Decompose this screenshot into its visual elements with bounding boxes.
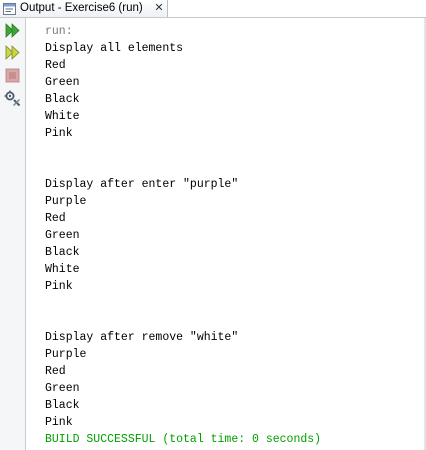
output-line: Red xyxy=(45,365,66,378)
output-line: Pink xyxy=(45,280,73,293)
output-line: Display all elements xyxy=(45,42,184,55)
output-line: Pink xyxy=(45,416,73,429)
stop-button[interactable] xyxy=(3,66,22,85)
close-icon[interactable]: ✕ xyxy=(152,1,166,15)
output-line: Green xyxy=(45,382,80,395)
output-line: Display after remove "white" xyxy=(45,331,239,344)
output-line: Purple xyxy=(45,195,87,208)
output-line: White xyxy=(45,263,80,276)
output-line: Green xyxy=(45,229,80,242)
output-window-icon xyxy=(3,2,16,15)
rerun-icon xyxy=(3,21,22,40)
build-status-line: BUILD SUCCESSFUL (total time: 0 seconds) xyxy=(45,433,322,446)
tab-output-exercise6[interactable]: Output - Exercise6 (run) ✕ xyxy=(0,0,168,17)
output-line: Pink xyxy=(45,127,73,140)
output-line: Red xyxy=(45,59,66,72)
output-line: Green xyxy=(45,76,80,89)
output-text-area[interactable]: run: Display all elements Red Green Black Whi… xyxy=(45,23,423,448)
rerun-button[interactable] xyxy=(3,21,22,40)
stop-icon xyxy=(3,66,22,85)
run-line: run: xyxy=(45,25,73,38)
output-toolbar xyxy=(0,18,26,450)
output-line: Red xyxy=(45,212,66,225)
output-line: Purple xyxy=(45,348,87,361)
settings-button[interactable] xyxy=(3,89,22,108)
tab-strip: Output - Exercise6 (run) ✕ xyxy=(0,0,426,18)
tab-title: Output - Exercise6 (run) xyxy=(20,2,143,14)
output-window: Output - Exercise6 (run) ✕ run: Display … xyxy=(0,0,426,450)
output-line: Black xyxy=(45,399,80,412)
output-line: Display after enter "purple" xyxy=(45,178,239,191)
rerun-with-options-button[interactable] xyxy=(3,43,22,62)
output-line: Black xyxy=(45,246,80,259)
output-line: Black xyxy=(45,93,80,106)
rerun-with-options-icon xyxy=(3,43,22,62)
output-line: White xyxy=(45,110,80,123)
settings-icon xyxy=(3,89,22,108)
